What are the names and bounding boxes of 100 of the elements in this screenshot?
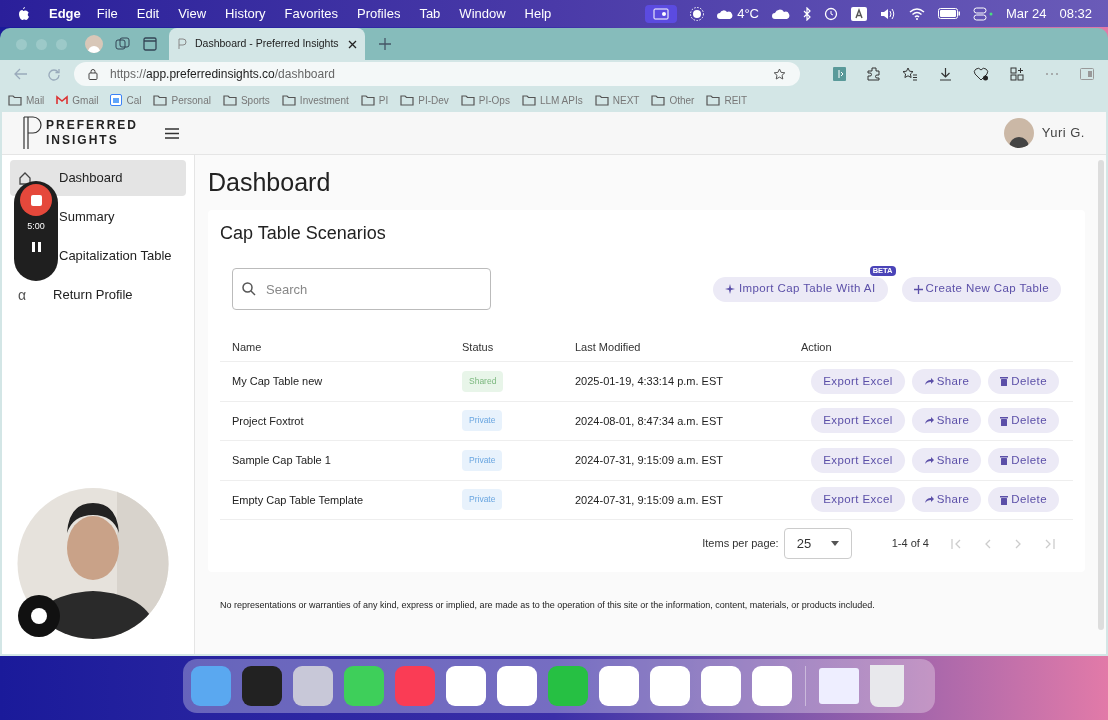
- create-button[interactable]: Create New Cap Table: [901, 276, 1061, 302]
- folder-icon: [360, 94, 375, 106]
- more-icon: [1045, 72, 1059, 76]
- import-button[interactable]: Import Cap Table With AI: [712, 276, 888, 302]
- menu-item[interactable]: Edit: [136, 3, 160, 24]
- menu-item[interactable]: Profiles: [357, 3, 401, 24]
- bookmark[interactable]: Personal: [153, 92, 211, 108]
- card-title: Cap Table Scenarios: [220, 222, 387, 245]
- share-button[interactable]: Share: [911, 408, 982, 434]
- lock-icon: [88, 68, 98, 80]
- close-icon: [348, 39, 357, 49]
- menu-app-name[interactable]: Edge: [49, 3, 81, 24]
- export-button[interactable]: Export Excel: [811, 487, 905, 513]
- delete-button[interactable]: Delete: [988, 447, 1059, 473]
- bookmark[interactable]: Sports: [222, 92, 270, 108]
- plus-icon: [379, 38, 391, 50]
- page-range: 1-4 of 4: [891, 536, 929, 552]
- hamburger-icon: [165, 127, 179, 139]
- battery-icon: [938, 8, 960, 19]
- previous-page-icon: [985, 538, 991, 549]
- sidebar-app-icon: [833, 67, 846, 81]
- apple-icon: [16, 6, 29, 21]
- share-arrow-icon: [923, 376, 934, 386]
- apple-logo-icon[interactable]: [16, 6, 29, 21]
- screen-share-icon[interactable]: [645, 4, 678, 23]
- folder-icon: [706, 94, 721, 106]
- bookmark[interactable]: PI-Ops: [460, 92, 510, 108]
- nav-item[interactable]: Dashboard: [10, 160, 186, 196]
- reload-icon[interactable]: [47, 67, 60, 81]
- menubar-date[interactable]: Mar 24: [1006, 3, 1047, 24]
- share-button[interactable]: Share: [911, 368, 982, 394]
- folder-icon: [8, 94, 22, 106]
- menu-item[interactable]: Window: [459, 3, 506, 24]
- brand-logo-icon: [20, 116, 44, 150]
- folder-icon: [594, 94, 609, 106]
- column-header: Name: [232, 340, 263, 356]
- export-button[interactable]: Export Excel: [811, 368, 905, 394]
- bookmark[interactable]: Cal: [110, 92, 142, 108]
- table-cell-text: Project Foxtrot: [232, 413, 305, 429]
- arrow-left-icon: [14, 68, 28, 80]
- stop-button[interactable]: [20, 184, 52, 216]
- table-cell-text: Sample Cap Table 1: [232, 453, 332, 468]
- pause-button[interactable]: [31, 241, 41, 252]
- folder-icon: [281, 94, 296, 106]
- share-button[interactable]: Share: [911, 447, 982, 473]
- profile-avatar[interactable]: [85, 35, 103, 53]
- grid-add-icon: [1010, 67, 1024, 81]
- folder-icon: [460, 94, 475, 106]
- download-icon: [939, 67, 952, 81]
- bookmark[interactable]: NEXT: [594, 92, 640, 108]
- user-avatar[interactable]: [1003, 118, 1034, 148]
- menu-item[interactable]: History: [225, 3, 266, 24]
- screen-icon: [653, 7, 670, 20]
- address-bar[interactable]: https://app.preferredinsights.co/dashboard: [74, 62, 800, 86]
- bluetooth-icon: [803, 6, 811, 21]
- back-icon[interactable]: [14, 68, 28, 80]
- folder-icon: [153, 94, 168, 106]
- bookmark[interactable]: PI-Dev: [400, 92, 449, 108]
- bookmark[interactable]: Mail: [8, 92, 45, 108]
- delete-button[interactable]: Delete: [988, 408, 1059, 434]
- bookmark[interactable]: Other: [651, 92, 695, 108]
- disclaimer: No representations or warranties of any kind, express or implied, are made as to the operation of this site or the information, content, materials, or products included.: [219, 599, 876, 612]
- menu-item[interactable]: View: [178, 3, 207, 24]
- menu-icon[interactable]: [165, 127, 179, 139]
- bookmark[interactable]: Investment: [281, 92, 349, 108]
- search-field[interactable]: Search: [232, 268, 491, 310]
- delete-button[interactable]: Delete: [988, 487, 1059, 513]
- table-cell-text: 2024-07-31, 9:15:09 a.m. EST: [575, 453, 724, 468]
- folder-icon: [651, 94, 666, 106]
- table-cell-text: Empty Cap Table Template: [232, 492, 365, 508]
- share-button[interactable]: Share: [911, 487, 982, 513]
- nav-item[interactable]: α Return Profile: [10, 277, 186, 313]
- new-tab-icon[interactable]: [379, 38, 391, 50]
- favorites-icon: [902, 67, 918, 81]
- export-button[interactable]: Export Excel: [811, 447, 905, 473]
- bookmark[interactable]: Gmail: [56, 92, 99, 108]
- share-arrow-icon: [923, 495, 934, 505]
- export-button[interactable]: Export Excel: [811, 408, 905, 434]
- home-icon: [18, 171, 32, 185]
- menu-item[interactable]: Favorites: [284, 3, 339, 24]
- menu-item[interactable]: Help: [524, 3, 552, 24]
- temperature-text: 4°C: [737, 4, 759, 23]
- wifi-icon: [909, 7, 925, 20]
- bookmark[interactable]: PI: [360, 92, 389, 108]
- cloud-icon: [717, 8, 734, 19]
- bookmark[interactable]: REIT: [706, 92, 748, 108]
- share-arrow-icon: [923, 455, 934, 465]
- menubar-time[interactable]: 08:32: [1059, 3, 1092, 24]
- bookmark[interactable]: LLM APIs: [521, 92, 583, 108]
- table-cell-text: 2025-01-19, 4:33:14 p.m. EST: [575, 374, 724, 389]
- menu-item[interactable]: File: [96, 3, 118, 24]
- search-icon: [242, 282, 256, 296]
- browser-tab[interactable]: Dashboard - Preferred Insights: [169, 28, 365, 60]
- user-name[interactable]: Yuri G.: [1041, 123, 1085, 143]
- page-size-select[interactable]: 25: [783, 528, 852, 559]
- keyboard-input-icon: [851, 6, 867, 21]
- plus-icon: [913, 284, 923, 294]
- folder-icon: [521, 94, 536, 106]
- delete-button[interactable]: Delete: [988, 368, 1059, 394]
- menu-item[interactable]: Tab: [419, 3, 441, 24]
